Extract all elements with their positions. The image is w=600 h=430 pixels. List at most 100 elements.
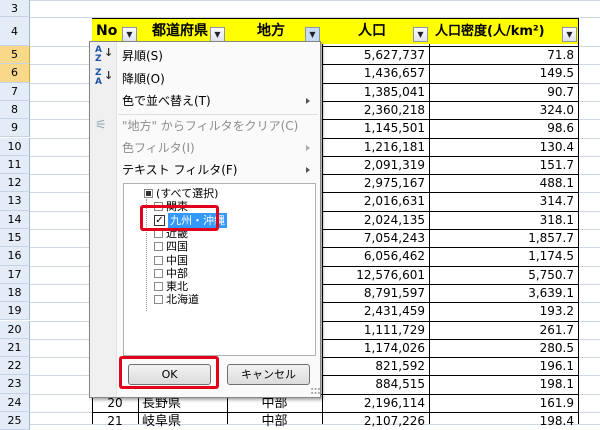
filter-dropdown-no[interactable]: ▼ [122,27,137,42]
no-cell[interactable]: 21 [92,413,138,430]
header-population-label: 人口 [358,23,386,39]
density-cell[interactable]: 193.2 [429,303,574,320]
row-header[interactable]: 10 [0,137,30,156]
menu-item-sort-descending[interactable]: 降順(O) [122,69,165,89]
density-cell[interactable]: 71.8 [429,47,574,64]
density-cell[interactable]: 130.4 [429,139,574,156]
row-header[interactable]: 9 [0,119,30,138]
clear-filter-icon: ⚟ [95,118,107,133]
filter-dropdown-prefecture[interactable]: ▼ [210,27,225,42]
filter-dropdown-region[interactable]: ▼ [305,27,320,42]
row-header[interactable]: 7 [0,82,30,101]
density-cell[interactable]: 196.1 [429,358,574,375]
population-cell[interactable]: 2,196,114 [322,395,425,412]
density-cell[interactable]: 280.5 [429,340,574,357]
population-cell[interactable]: 2,107,226 [322,413,425,430]
density-cell[interactable]: 161.9 [429,395,574,412]
table-border [322,320,578,322]
row-header[interactable]: 19 [0,302,30,321]
row-header[interactable]: 15 [0,229,30,248]
density-cell[interactable]: 314.7 [429,193,574,210]
menu-item-clear-filter[interactable]: "地方" からフィルタをクリア(C) [122,116,298,136]
population-cell[interactable]: 2,975,167 [322,175,425,192]
row-header[interactable]: 11 [0,155,30,175]
row-header[interactable]: 16 [0,247,30,266]
checkbox[interactable] [154,295,163,305]
checkbox[interactable] [154,242,163,252]
population-cell[interactable]: 6,056,462 [322,248,425,265]
header-density-label: 人口密度(人/km²) [435,24,545,39]
checkbox[interactable] [154,255,163,265]
density-cell[interactable]: 3,639.1 [429,285,574,302]
population-cell[interactable]: 2,431,459 [322,303,425,320]
column-header-density: 人口密度(人/km²) [429,19,578,44]
table-border [322,229,578,230]
population-cell[interactable]: 5,627,737 [322,47,425,64]
density-cell[interactable]: 5,750.7 [429,267,574,284]
population-cell[interactable]: 821,592 [322,358,425,375]
row-header[interactable]: 12 [0,174,30,193]
population-cell[interactable]: 2,024,135 [322,212,425,229]
grid-line [30,0,600,1]
population-cell[interactable]: 1,436,657 [322,65,425,82]
population-cell[interactable]: 1,385,041 [322,84,425,101]
row-header[interactable]: 14 [0,210,30,229]
row-header[interactable]: 20 [0,320,30,339]
population-cell[interactable]: 1,111,729 [322,322,425,339]
menu-item-sort-ascending[interactable]: 昇順(S) [122,46,163,66]
population-cell[interactable]: 8,791,597 [322,285,425,302]
population-cell[interactable]: 2,091,319 [322,157,425,174]
region-cell[interactable]: 中部 [227,413,322,430]
row-header[interactable]: 22 [0,357,30,376]
submenu-arrow-icon [306,145,310,151]
density-cell[interactable]: 198.4 [429,413,574,430]
row-header[interactable]: 4 [0,17,30,46]
density-cell[interactable]: 90.7 [429,84,574,101]
menu-item-text-filter[interactable]: テキスト フィルタ(F) [122,160,237,180]
population-cell[interactable]: 884,515 [322,376,425,393]
row-header[interactable]: 25 [0,412,30,430]
population-cell[interactable]: 12,576,601 [322,267,425,284]
table-border [322,412,578,413]
filter-dropdown-density[interactable]: ▼ [562,27,577,42]
row-header[interactable]: 17 [0,265,30,284]
population-cell[interactable]: 1,174,026 [322,340,425,357]
cancel-button[interactable]: キャンセル [227,364,310,385]
density-cell[interactable]: 1,174.5 [429,248,574,265]
checkbox[interactable] [144,189,153,198]
population-cell[interactable]: 2,360,218 [322,102,425,119]
density-cell[interactable]: 261.7 [429,322,574,339]
row-header[interactable]: 5 [0,46,30,65]
row-header[interactable]: 21 [0,338,30,358]
resize-grip-icon[interactable]: ∙∙∙ ∙∙∙ [310,386,321,397]
menu-icon-strip [90,42,117,397]
filter-list-item-label: 北海道 [166,293,199,307]
population-cell[interactable]: 7,054,243 [322,230,425,247]
density-cell[interactable]: 318.1 [429,212,574,229]
density-cell[interactable]: 151.7 [429,157,574,174]
row-header[interactable]: 3 [0,0,30,17]
row-header[interactable]: 18 [0,283,30,303]
row-header[interactable]: 23 [0,375,30,394]
row-header[interactable]: 6 [0,64,30,83]
menu-item-sort-by-color[interactable]: 色で並べ替え(T) [122,91,211,111]
filter-dropdown-population[interactable]: ▼ [413,27,428,42]
prefecture-cell[interactable]: 岐阜県 [142,413,226,430]
density-cell[interactable]: 149.5 [429,65,574,82]
table-border [322,302,578,304]
population-cell[interactable]: 1,216,181 [322,139,425,156]
density-cell[interactable]: 98.6 [429,120,574,137]
density-cell[interactable]: 1,857.7 [429,230,574,247]
row-header[interactable]: 8 [0,100,30,120]
checkbox[interactable] [154,282,163,292]
population-cell[interactable]: 1,145,501 [322,120,425,137]
highlight-ok-button [119,356,219,389]
density-cell[interactable]: 324.0 [429,102,574,119]
row-header[interactable]: 24 [0,393,30,412]
menu-item-color-filter[interactable]: 色フィルタ(I) [122,138,195,158]
row-header[interactable]: 13 [0,192,30,211]
density-cell[interactable]: 198.1 [429,376,574,393]
checkbox[interactable] [154,268,163,278]
density-cell[interactable]: 488.1 [429,175,574,192]
population-cell[interactable]: 2,016,631 [322,193,425,210]
